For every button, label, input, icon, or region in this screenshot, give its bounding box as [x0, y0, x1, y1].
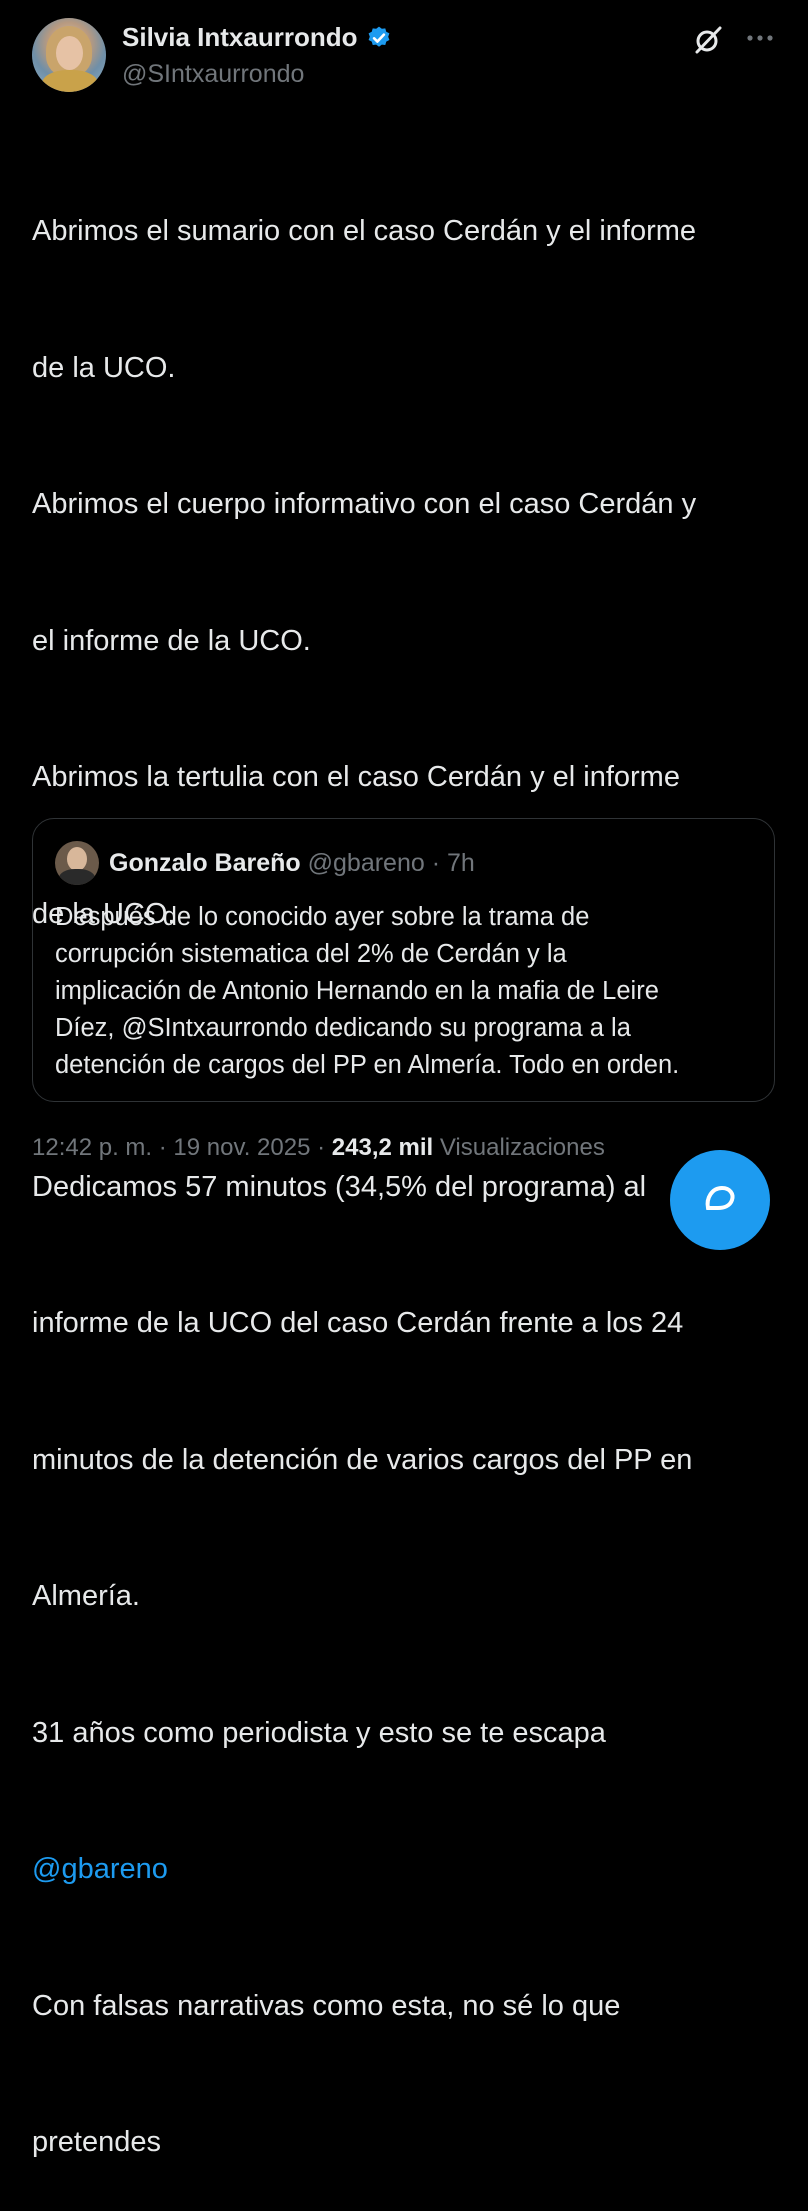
compose-icon [705, 1185, 735, 1210]
tweet-line: pretendes [32, 2126, 161, 2158]
author-avatar[interactable] [32, 18, 106, 92]
quote-author-name[interactable]: Gonzalo Bareño [109, 849, 301, 877]
quote-avatar-body [59, 869, 95, 885]
quote-header: Gonzalo Bareño @gbareno · 7h [109, 849, 475, 878]
views-count[interactable]: 243,2 mil [332, 1134, 433, 1161]
author-name-row: Silvia Intxaurrondo [122, 22, 392, 53]
tweet-line: el informe de la UCO. [32, 624, 311, 657]
verified-badge-icon [368, 26, 389, 47]
tweet-date[interactable]: 19 nov. 2025 [173, 1134, 310, 1161]
compose-button[interactable] [670, 1150, 770, 1250]
quote-avatar-face [67, 847, 87, 871]
tweet-line: Abrimos la tertulia con el caso Cerdán y… [32, 761, 680, 793]
author-handle[interactable]: @SIntxaurrondo [122, 60, 304, 89]
quote-author-avatar[interactable] [55, 841, 99, 885]
tweet-line: Abrimos el sumario con el caso Cerdán y … [32, 215, 697, 247]
tweet-header: Silvia Intxaurrondo @SIntxaurrondo [0, 0, 808, 110]
tweet-line: Almería. [32, 1580, 140, 1612]
avatar-face [56, 36, 83, 70]
more-dots-icon[interactable] [744, 26, 776, 50]
tweet-line: Con falsas narrativas como esta, no sé l… [32, 1989, 621, 2022]
tweet-text: Abrimos el sumario con el caso Cerdán y … [32, 118, 780, 2211]
quote-line: detención de cargos del PP en Almería. T… [55, 1051, 680, 1079]
quote-line: Después de lo conocido ayer sobre la tra… [55, 903, 590, 931]
quote-line: Díez, @SIntxaurrondo dedicando su progra… [55, 1014, 631, 1042]
quote-separator: · [431, 849, 441, 877]
quote-time[interactable]: 7h [447, 849, 475, 877]
meta-separator: · [158, 1134, 167, 1161]
tweet-line: Dedicamos 57 minutos (34,5% del programa… [32, 1170, 647, 1203]
quoted-tweet[interactable]: Gonzalo Bareño @gbareno · 7h Después de … [32, 818, 775, 1102]
tweet-meta: 12:42 p. m. · 19 nov. 2025 · 243,2 mil V… [32, 1134, 605, 1162]
tweet-line: 31 años como periodista y esto se te esc… [32, 1716, 606, 1749]
meta-separator: · [317, 1134, 326, 1161]
quote-text: Después de lo conocido ayer sobre la tra… [55, 899, 755, 1084]
tweet-line: minutos de la detención de varios cargos… [32, 1443, 693, 1476]
views-label: Visualizaciones [439, 1134, 605, 1161]
tweet-line: informe de la UCO del caso Cerdán frente… [32, 1307, 684, 1339]
tweet-time[interactable]: 12:42 p. m. [32, 1134, 152, 1161]
quote-line: corrupción sistematica del 2% de Cerdán … [55, 940, 567, 968]
tweet-line: Abrimos el cuerpo informativo con el cas… [32, 488, 697, 520]
avatar-body [42, 70, 98, 92]
mention-link[interactable]: @gbareno [32, 1853, 168, 1885]
tweet-line: de la UCO. [32, 351, 176, 384]
grok-icon[interactable] [692, 24, 724, 56]
author-name[interactable]: Silvia Intxaurrondo [122, 22, 358, 53]
quote-author-handle[interactable]: @gbareno [308, 849, 425, 877]
quote-line: implicación de Antonio Hernando en la ma… [55, 977, 659, 1005]
